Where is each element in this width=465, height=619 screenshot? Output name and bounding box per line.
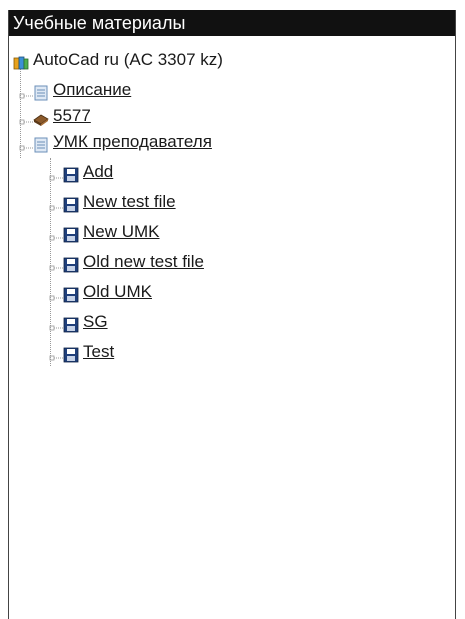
tree-item-add[interactable]: Add bbox=[49, 158, 113, 186]
tree-node-connector bbox=[49, 284, 63, 301]
tree-item-description[interactable]: Описание bbox=[19, 76, 131, 104]
tree-item-umk-teacher[interactable]: УМК преподавателя bbox=[19, 128, 212, 156]
tree-node-connector bbox=[49, 164, 63, 181]
save-icon bbox=[63, 164, 79, 183]
tree-node-connector bbox=[49, 194, 63, 211]
tree-item-sg[interactable]: SG bbox=[49, 308, 108, 336]
save-icon bbox=[63, 254, 79, 273]
tree-item-label[interactable]: Описание bbox=[53, 76, 131, 104]
tree-item-5577[interactable]: 5577 bbox=[19, 102, 91, 130]
tree-item-label[interactable]: Add bbox=[83, 158, 113, 186]
save-icon bbox=[63, 284, 79, 303]
tree-item-label[interactable]: Old new test file bbox=[83, 248, 204, 276]
tree-root[interactable]: AutoCad ru (AC 3307 kz) bbox=[13, 46, 223, 74]
document-icon bbox=[33, 82, 49, 101]
tree-item-label[interactable]: New test file bbox=[83, 188, 176, 216]
tree-item-old-umk[interactable]: Old UMK bbox=[49, 278, 152, 306]
tree-node-connector bbox=[19, 108, 33, 125]
tree-item-old-new-test-file[interactable]: Old new test file bbox=[49, 248, 204, 276]
panel-title: Учебные материалы bbox=[9, 10, 455, 36]
tree-item-label[interactable]: УМК преподавателя bbox=[53, 128, 212, 156]
books-icon bbox=[13, 52, 29, 70]
save-icon bbox=[63, 344, 79, 363]
tree-node-connector bbox=[49, 344, 63, 361]
save-icon bbox=[63, 194, 79, 213]
tree-item-test[interactable]: Test bbox=[49, 338, 114, 366]
materials-panel: Учебные материалы AutoCad ru (AC 3307 kz… bbox=[8, 10, 456, 619]
tree-node-connector bbox=[19, 134, 33, 151]
tree-item-label[interactable]: New UMK bbox=[83, 218, 160, 246]
tree-node-connector bbox=[49, 254, 63, 271]
save-icon bbox=[63, 314, 79, 333]
tree-item-new-test-file[interactable]: New test file bbox=[49, 188, 176, 216]
book-icon bbox=[33, 108, 49, 126]
tree-item-label[interactable]: Test bbox=[83, 338, 114, 366]
tree-node-connector bbox=[49, 314, 63, 331]
tree-item-label[interactable]: 5577 bbox=[53, 102, 91, 130]
tree-item-label[interactable]: SG bbox=[83, 308, 108, 336]
tree-item-new-umk[interactable]: New UMK bbox=[49, 218, 160, 246]
tree-node-connector bbox=[49, 224, 63, 241]
tree-node-connector bbox=[19, 82, 33, 99]
tree-root-label: AutoCad ru (AC 3307 kz) bbox=[33, 50, 223, 69]
document-icon bbox=[33, 134, 49, 153]
tree-item-label[interactable]: Old UMK bbox=[83, 278, 152, 306]
save-icon bbox=[63, 224, 79, 243]
